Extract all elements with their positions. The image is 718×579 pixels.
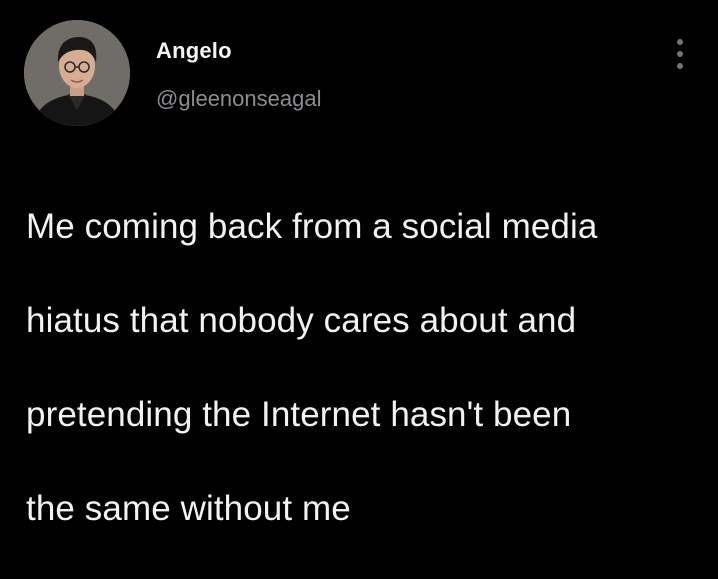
tweet-card: Angelo @gleenonseagal Me coming back fro…	[0, 0, 718, 528]
more-options-button[interactable]	[668, 36, 692, 72]
tweet-text-line: the same without me	[26, 489, 351, 528]
tweet-text: Me coming back from a social media hiatu…	[26, 156, 696, 579]
author-handle[interactable]: @gleenonseagal	[156, 86, 321, 112]
avatar-image	[24, 20, 130, 126]
tweet-text-line: Me coming back from a social media	[26, 207, 598, 246]
tweet-text-line: pretending the Internet hasn't been	[26, 395, 572, 434]
author-name[interactable]: Angelo	[156, 38, 232, 64]
avatar[interactable]	[24, 20, 130, 126]
tweet-text-line: hiatus that nobody cares about and	[26, 301, 577, 340]
